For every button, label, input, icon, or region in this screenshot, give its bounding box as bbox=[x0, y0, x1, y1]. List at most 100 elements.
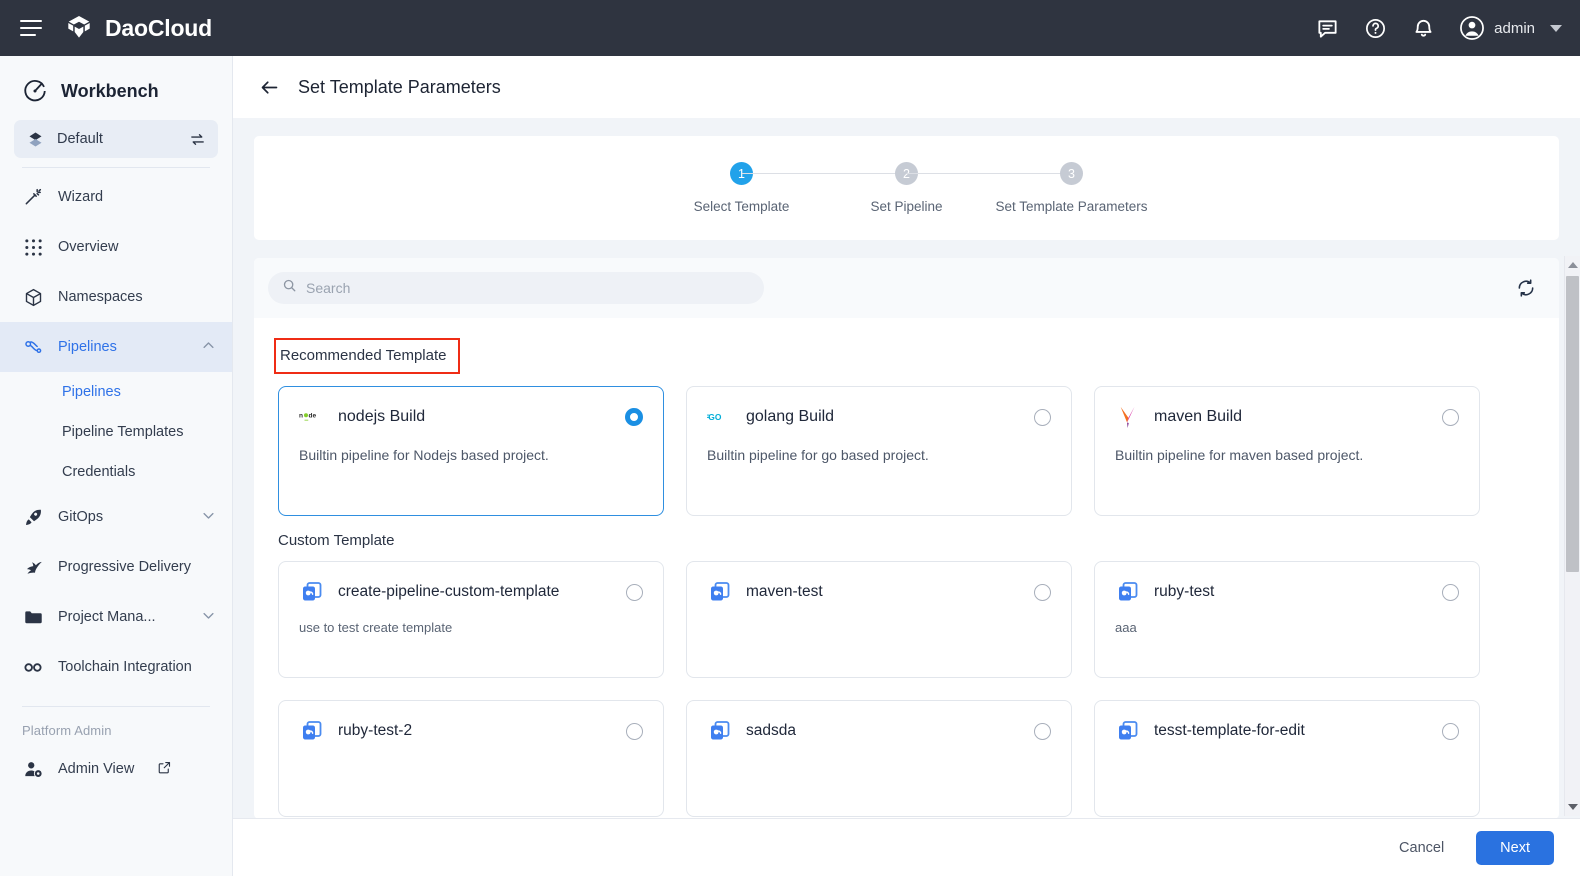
template-card-create-pipeline-custom-template[interactable]: create-pipeline-custom-template use to t… bbox=[278, 561, 664, 678]
template-card-header: ruby-test-2 bbox=[299, 718, 643, 744]
template-description: Builtin pipeline for maven based project… bbox=[1115, 447, 1459, 463]
sidebar-item-toolchain-integration[interactable]: Toolchain Integration bbox=[0, 642, 232, 692]
sidebar-item-label: Admin View bbox=[58, 761, 134, 777]
vertical-scrollbar[interactable] bbox=[1564, 256, 1580, 816]
brand-logo[interactable]: DaoCloud bbox=[64, 13, 212, 43]
sidebar-item-label: Namespaces bbox=[58, 289, 143, 305]
search-input-wrapper[interactable] bbox=[268, 272, 764, 304]
template-name: tesst-template-for-edit bbox=[1154, 722, 1305, 740]
sidebar-item-project-management[interactable]: Project Mana... bbox=[0, 592, 232, 642]
sidebar-item-wizard[interactable]: Wizard bbox=[0, 172, 232, 222]
template-description: aaa bbox=[1115, 620, 1459, 635]
step-number: 3 bbox=[1060, 162, 1083, 185]
folder-icon bbox=[22, 606, 44, 628]
rocket-icon bbox=[22, 506, 44, 528]
template-name: maven-test bbox=[746, 583, 823, 601]
scroll-up-arrow-icon[interactable] bbox=[1568, 262, 1578, 268]
sidebar-item-gitops[interactable]: GitOps bbox=[0, 492, 232, 542]
infinity-icon bbox=[22, 656, 44, 678]
template-radio[interactable] bbox=[626, 584, 643, 601]
template-radio[interactable] bbox=[1442, 723, 1459, 740]
external-link-icon bbox=[157, 760, 172, 779]
next-button[interactable]: Next bbox=[1476, 831, 1554, 865]
workbench-header[interactable]: Workbench bbox=[0, 56, 232, 120]
user-menu[interactable]: admin bbox=[1459, 15, 1562, 41]
sidebar-item-pipelines[interactable]: Pipelines bbox=[0, 322, 232, 372]
sidebar-item-label: Wizard bbox=[58, 189, 103, 205]
sidebar-item-admin-view[interactable]: Admin View bbox=[0, 744, 232, 794]
sidebar-subitem-label: Pipeline Templates bbox=[62, 424, 183, 440]
sidebar-item-label: GitOps bbox=[58, 509, 103, 525]
sidebar-item-namespaces[interactable]: Namespaces bbox=[0, 272, 232, 322]
search-input[interactable] bbox=[306, 280, 750, 296]
workbench-title: Workbench bbox=[61, 81, 159, 102]
sidebar-item-label: Project Mana... bbox=[58, 609, 156, 625]
workspace-selector[interactable]: Default bbox=[14, 120, 218, 158]
svg-text:GO: GO bbox=[708, 412, 722, 422]
sidebar-item-label: Pipelines bbox=[58, 339, 117, 355]
template-radio[interactable] bbox=[626, 723, 643, 740]
template-radio[interactable] bbox=[625, 408, 643, 426]
template-card-maven-test[interactable]: maven-test bbox=[686, 561, 1072, 678]
template-radio[interactable] bbox=[1034, 584, 1051, 601]
custom-template-grid-row-1: create-pipeline-custom-template use to t… bbox=[278, 561, 1535, 678]
scroll-down-arrow-icon[interactable] bbox=[1568, 804, 1578, 810]
search-icon bbox=[282, 278, 297, 298]
search-toolbar bbox=[254, 258, 1559, 318]
cancel-button[interactable]: Cancel bbox=[1389, 832, 1454, 864]
svg-text:de: de bbox=[309, 413, 317, 420]
template-card-ruby-test-2[interactable]: ruby-test-2 bbox=[278, 700, 664, 817]
template-card-tesst-template-for-edit[interactable]: tesst-template-for-edit bbox=[1094, 700, 1480, 817]
sidebar-subitem-label: Credentials bbox=[62, 464, 135, 480]
grid-icon bbox=[22, 236, 44, 258]
cube-icon bbox=[22, 286, 44, 308]
maven-icon bbox=[1115, 404, 1141, 430]
template-card-nodejs-build[interactable]: n de nodejs Build Builtin pipeline for N… bbox=[278, 386, 664, 516]
sidebar-item-progressive-delivery[interactable]: Progressive Delivery bbox=[0, 542, 232, 592]
footer-actions: Cancel Next bbox=[233, 818, 1580, 876]
template-card-header: tesst-template-for-edit bbox=[1115, 718, 1459, 744]
chevron-down-icon bbox=[201, 608, 216, 627]
template-radio[interactable] bbox=[1442, 584, 1459, 601]
workbench-icon bbox=[22, 78, 48, 104]
refresh-icon[interactable] bbox=[1513, 275, 1539, 301]
stepper-card: 1 Select Template 2 Set Pipeline 3 Set T… bbox=[254, 136, 1559, 240]
main-content: Set Template Parameters 1 Select Templat… bbox=[233, 56, 1580, 876]
template-icon bbox=[299, 579, 325, 605]
switch-icon[interactable] bbox=[189, 131, 206, 148]
template-scroll-body: Recommended Template n de bbox=[254, 318, 1559, 819]
recommended-template-heading: Recommended Template bbox=[274, 338, 460, 374]
message-icon[interactable] bbox=[1315, 16, 1339, 40]
template-name: ruby-test bbox=[1154, 583, 1214, 601]
template-name: nodejs Build bbox=[338, 408, 425, 426]
sidebar-subitem-label: Pipelines bbox=[62, 384, 121, 400]
template-radio[interactable] bbox=[1034, 723, 1051, 740]
template-description: use to test create template bbox=[299, 620, 643, 635]
template-radio[interactable] bbox=[1442, 409, 1459, 426]
chevron-down-icon bbox=[201, 508, 216, 527]
stepper: 1 Select Template 2 Set Pipeline 3 Set T… bbox=[742, 162, 1072, 214]
sidebar-subitem-pipelines[interactable]: Pipelines bbox=[0, 372, 232, 412]
scrollbar-thumb[interactable] bbox=[1566, 276, 1579, 572]
template-description: Builtin pipeline for go based project. bbox=[707, 447, 1051, 463]
template-icon bbox=[707, 579, 733, 605]
recommended-template-grid: n de nodejs Build Builtin pipeline for N… bbox=[278, 386, 1535, 516]
custom-template-heading: Custom Template bbox=[278, 532, 394, 549]
sidebar-subitem-pipeline-templates[interactable]: Pipeline Templates bbox=[0, 412, 232, 452]
sidebar-subitem-credentials[interactable]: Credentials bbox=[0, 452, 232, 492]
bell-icon[interactable] bbox=[1411, 16, 1435, 40]
user-admin-icon bbox=[22, 758, 44, 780]
sidebar-item-overview[interactable]: Overview bbox=[0, 222, 232, 272]
user-name: admin bbox=[1494, 20, 1535, 37]
template-name: golang Build bbox=[746, 408, 834, 426]
template-card-maven-build[interactable]: maven Build Builtin pipeline for maven b… bbox=[1094, 386, 1480, 516]
template-name: sadsda bbox=[746, 722, 796, 740]
template-card-golang-build[interactable]: GO golang Build Builtin pipeline for go … bbox=[686, 386, 1072, 516]
template-card-ruby-test[interactable]: ruby-test aaa bbox=[1094, 561, 1480, 678]
back-arrow-icon[interactable] bbox=[258, 76, 280, 98]
template-card-sadsda[interactable]: sadsda bbox=[686, 700, 1072, 817]
step-label: Set Template Parameters bbox=[995, 199, 1147, 214]
hamburger-icon[interactable] bbox=[20, 20, 42, 36]
help-icon[interactable] bbox=[1363, 16, 1387, 40]
template-radio[interactable] bbox=[1034, 409, 1051, 426]
